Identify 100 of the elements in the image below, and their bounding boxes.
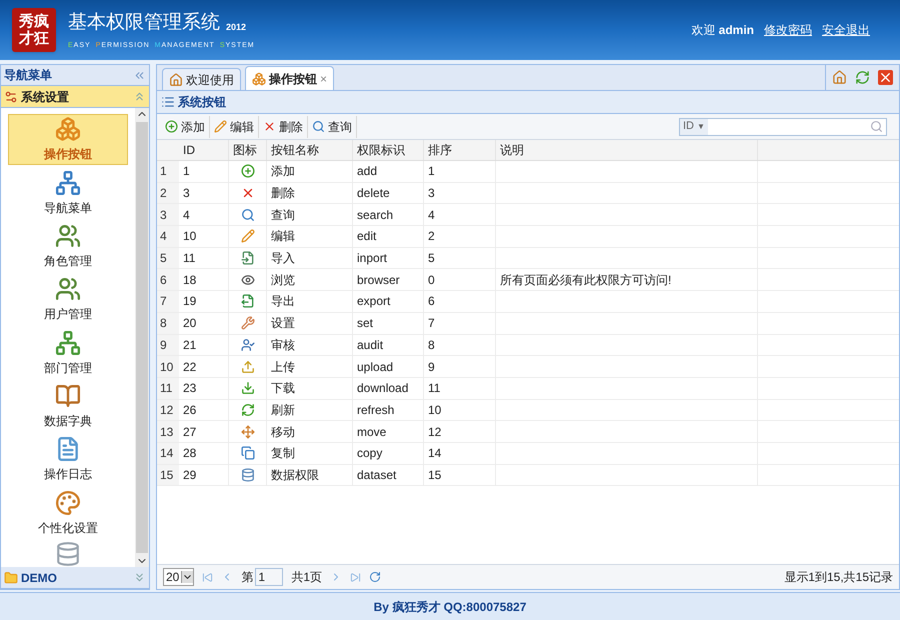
users-icon: [55, 222, 81, 249]
table-cell-text: 添加: [271, 163, 295, 180]
table-cell-text: add: [357, 163, 378, 180]
table-cell-text: 数据权限: [271, 466, 319, 484]
toolbar-button[interactable]: 删除: [259, 116, 308, 138]
table-cell-text: 4: [428, 206, 435, 224]
nav-item[interactable]: 导航菜单: [8, 167, 128, 219]
table-cell-text: browser: [357, 272, 400, 289]
nav-item[interactable]: 用户管理: [8, 274, 128, 326]
eye-icon: [240, 272, 254, 287]
home-icon[interactable]: [832, 70, 847, 85]
table-cell-text: 10: [183, 228, 196, 246]
export-icon: [240, 294, 254, 308]
palette-icon: [55, 490, 81, 516]
table-cell-text: 设置: [271, 315, 295, 332]
table-cell-text: 15: [428, 466, 442, 484]
column-header[interactable]: 排序: [424, 140, 496, 160]
tab[interactable]: 操作按钮 ×: [245, 66, 334, 90]
folder-icon: [4, 570, 18, 584]
search-filter-select[interactable]: ID ▼: [680, 118, 708, 134]
database-icon: [240, 468, 254, 482]
dropdown-icon[interactable]: [181, 571, 194, 583]
row-number: 4: [157, 226, 179, 247]
sidebar-title: 导航菜单: [4, 67, 52, 84]
nav-item[interactable]: 操作日志: [8, 434, 128, 486]
column-header[interactable]: 权限标识: [353, 140, 424, 160]
logo-text: 秀疯: [19, 13, 49, 30]
table-cell-text: 28: [183, 445, 196, 462]
boxes-icon: [252, 72, 266, 86]
table-cell-text: edit: [357, 228, 376, 246]
panel-title: 系统按钮: [178, 94, 226, 111]
table-cell-text: 下载: [271, 380, 295, 398]
row-number: 15: [157, 464, 179, 486]
column-header[interactable]: ID: [179, 140, 229, 160]
list-icon: [161, 95, 175, 109]
close-icon[interactable]: [878, 70, 893, 85]
nav-item[interactable]: 操作按钮: [8, 114, 128, 166]
page-size-select[interactable]: 20: [163, 568, 194, 586]
org-chart-icon: [55, 330, 81, 356]
table-cell-text: 5: [428, 250, 435, 268]
nav-item[interactable]: 角色管理: [8, 220, 128, 272]
move-icon: [240, 424, 254, 439]
nav-item[interactable]: 个性化设置: [8, 488, 128, 539]
column-header[interactable]: 说明: [496, 140, 758, 160]
table-cell-text: 26: [183, 402, 196, 419]
document-icon: [55, 436, 81, 462]
accordion-header[interactable]: DEMO: [1, 567, 149, 589]
column-header[interactable]: 按钮名称: [267, 140, 353, 160]
row-number: 9: [157, 334, 179, 356]
expand-icon[interactable]: [133, 571, 146, 584]
nav-item[interactable]: 数据字典: [8, 380, 128, 432]
row-number: 5: [157, 248, 179, 268]
table-cell-text: 21: [183, 336, 196, 354]
logo-text: 才狂: [19, 30, 49, 47]
table-cell-text: 4: [183, 206, 190, 224]
row-number: 8: [157, 312, 179, 334]
table-cell-text: 12: [428, 424, 442, 441]
table-cell-text: 3: [428, 185, 435, 202]
table-cell-text: download: [357, 380, 408, 398]
record-summary: 显示1到15,共15记录: [784, 569, 893, 586]
reload-icon[interactable]: [369, 571, 382, 583]
nav-item[interactable]: 部门管理: [8, 328, 128, 379]
table-cell-text: 9: [428, 358, 435, 376]
toolbar-button[interactable]: 编辑: [210, 116, 259, 138]
row-number: 14: [157, 442, 179, 464]
accordion-header[interactable]: 系统设置: [1, 86, 149, 108]
table-cell-text: 6: [428, 293, 435, 310]
table-cell-text: 19: [183, 293, 196, 310]
table-cell-text: inport: [357, 250, 388, 268]
toolbar-button[interactable]: 添加: [161, 116, 210, 138]
table-cell-text: 上传: [271, 358, 295, 376]
caret-icon[interactable]: ▼: [697, 120, 705, 132]
search-field[interactable]: ID ▼: [679, 118, 887, 136]
refresh-icon[interactable]: [855, 70, 870, 85]
scrollbar[interactable]: [135, 108, 149, 567]
last-page-icon[interactable]: [350, 572, 362, 582]
toolbar-button[interactable]: 查询: [308, 116, 357, 138]
header-link[interactable]: 修改密码: [764, 21, 812, 39]
first-page-icon[interactable]: [202, 572, 214, 582]
database-icon: [55, 541, 81, 567]
pencil-icon: [214, 120, 227, 133]
table-cell-text: 14: [428, 445, 442, 462]
copy-icon: [240, 446, 254, 460]
table-cell-text: 20: [183, 315, 196, 332]
page-input[interactable]: 1: [255, 568, 284, 586]
close-tab-button[interactable]: ×: [320, 70, 328, 88]
add-icon: [240, 164, 254, 178]
row-number: 3: [157, 204, 179, 226]
row-number: 12: [157, 400, 179, 420]
tab[interactable]: 欢迎使用: [162, 68, 241, 90]
column-header[interactable]: 图标: [229, 140, 267, 160]
search-icon[interactable]: [870, 120, 883, 133]
header-link[interactable]: 安全退出: [822, 21, 870, 39]
page-total: 共1页: [291, 569, 322, 586]
table-cell-text: refresh: [357, 402, 394, 419]
home-icon: [169, 72, 183, 86]
refresh-icon: [240, 402, 254, 417]
table-cell-text: 22: [183, 358, 196, 376]
table-cell-text: 18: [183, 272, 196, 289]
collapse-icon[interactable]: [133, 90, 146, 103]
